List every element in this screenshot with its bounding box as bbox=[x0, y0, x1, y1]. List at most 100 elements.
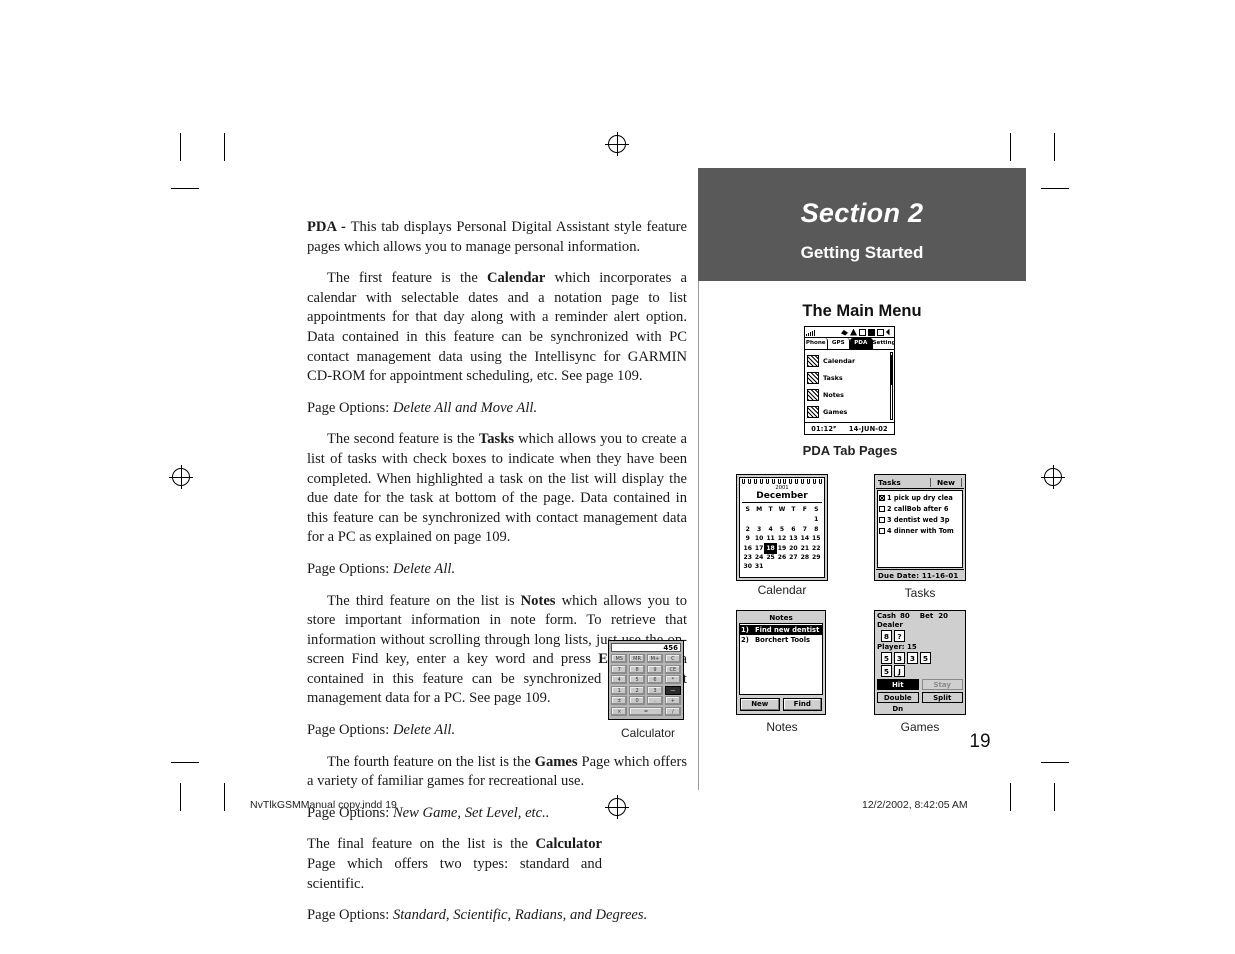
hit-button[interactable]: Hit bbox=[877, 679, 919, 690]
calendar-day-cell[interactable]: 18 bbox=[763, 542, 778, 555]
paragraph-pda: PDA - This tab displays Personal Digital… bbox=[307, 218, 687, 257]
scrollbar[interactable] bbox=[890, 352, 893, 420]
calendar-day-cell[interactable]: 24 bbox=[753, 553, 764, 562]
checkbox-icon[interactable] bbox=[879, 527, 885, 534]
calendar-dow-header: F bbox=[802, 506, 807, 513]
calendar-grid[interactable]: S M T W T F S 1 2 3 4 5 6 7 8 9 10 11 12 13 14 15 16 17 18 19 20 21… bbox=[740, 505, 824, 572]
calendar-day-cell[interactable]: 31 bbox=[753, 562, 764, 571]
calendar-day-cell[interactable]: 4 bbox=[765, 525, 776, 534]
game-status-row: Cash 80 Bet 20 bbox=[877, 612, 963, 621]
calculator-key[interactable]: × bbox=[611, 706, 628, 716]
bet-value: 20 bbox=[938, 612, 948, 620]
calculator-key[interactable]: / bbox=[664, 706, 681, 716]
dealer-label: Dealer bbox=[877, 621, 903, 629]
checkbox-checked-icon[interactable] bbox=[879, 494, 885, 501]
calendar-day-cell[interactable]: 21 bbox=[799, 544, 810, 553]
calculator-screenshot: 456 MS MR M+ C 7 8 9 CE 4 5 6 * 1 2 3— ±0. + × = / bbox=[608, 640, 684, 720]
menu-item-calendar[interactable]: Calendar bbox=[807, 352, 894, 369]
double-down-button[interactable]: Double Dn bbox=[877, 692, 919, 713]
calculator-key[interactable]: . bbox=[646, 696, 664, 705]
find-note-button[interactable]: Find bbox=[782, 698, 822, 711]
calendar-day-cell[interactable]: 3 bbox=[753, 525, 764, 534]
calendar-day-cell[interactable]: 17 bbox=[753, 544, 764, 553]
task-row[interactable]: 2 callBob after 6 bbox=[879, 503, 962, 514]
calendar-day-cell[interactable]: 26 bbox=[776, 553, 787, 562]
calendar-day-cell[interactable]: 11 bbox=[765, 534, 776, 543]
calculator-key[interactable]: CE bbox=[664, 664, 681, 674]
tab-phone[interactable]: Phone bbox=[805, 338, 828, 349]
tasks-lead: The second feature is the bbox=[327, 431, 479, 448]
calendar-day-cell[interactable]: 10 bbox=[753, 534, 764, 543]
note-row[interactable]: 1) Find new dentist bbox=[740, 625, 822, 635]
calendar-day-cell[interactable]: 19 bbox=[776, 544, 787, 553]
calendar-day-cell[interactable]: 15 bbox=[811, 534, 822, 543]
menu-item-tasks[interactable]: Tasks bbox=[807, 369, 894, 386]
calendar-day-cell[interactable]: 2 bbox=[742, 525, 753, 534]
tab-settings[interactable]: Settings bbox=[873, 338, 895, 349]
calculator-key[interactable]: MR bbox=[628, 654, 646, 663]
calculator-key[interactable]: * bbox=[664, 675, 681, 684]
power-arrow-icon bbox=[886, 328, 890, 336]
calculator-key[interactable]: C bbox=[664, 654, 681, 663]
tab-pda[interactable]: PDA bbox=[850, 338, 873, 349]
split-button[interactable]: Split bbox=[921, 692, 963, 703]
calculator-key[interactable]: ± bbox=[611, 696, 628, 705]
calculator-key[interactable]: 7 bbox=[611, 664, 628, 674]
tasks-list[interactable]: 1 pick up dry clea 2 callBob after 6 3 den… bbox=[877, 490, 963, 568]
calculator-key[interactable]: 8 bbox=[628, 664, 646, 674]
options-label: Page Options: bbox=[307, 907, 393, 924]
calendar-day-cell[interactable]: 29 bbox=[811, 553, 822, 562]
calculator-key[interactable]: = bbox=[628, 706, 664, 716]
calendar-day-cell[interactable]: 13 bbox=[788, 534, 799, 543]
calculator-key[interactable]: 2 bbox=[628, 685, 646, 695]
status-footer: 01:12ᴾ 14-JUN-02 bbox=[805, 423, 894, 435]
calendar-day-cell[interactable]: 16 bbox=[742, 544, 753, 553]
calculator-key[interactable]: 9 bbox=[646, 664, 664, 674]
calculator-key[interactable]: 4 bbox=[611, 675, 628, 684]
calendar-day-cell[interactable]: 22 bbox=[811, 544, 822, 553]
calculator-key[interactable]: + bbox=[664, 696, 681, 705]
calendar-day-cell[interactable]: 20 bbox=[788, 544, 799, 553]
calendar-day-cell[interactable]: 14 bbox=[799, 534, 810, 543]
calendar-day-cell[interactable]: 27 bbox=[788, 553, 799, 562]
calculator-key[interactable]: 0 bbox=[628, 696, 646, 705]
calendar-day-cell[interactable]: 23 bbox=[742, 553, 753, 562]
calendar-dow-header: W bbox=[778, 506, 786, 513]
notes-screenshot: Notes 1) Find new dentist 2) Borchert Tools… bbox=[736, 610, 826, 715]
calculator-keypad[interactable]: MS MR M+ C 7 8 9 CE 4 5 6 * 1 2 3— ±0. + × = / bbox=[611, 654, 681, 716]
notes-list[interactable]: 1) Find new dentist 2) Borchert Tools bbox=[739, 623, 823, 695]
stay-button[interactable]: Stay bbox=[921, 679, 963, 690]
scrollbar-thumb[interactable] bbox=[891, 355, 892, 385]
calculator-key[interactable]: 1 bbox=[611, 685, 628, 695]
new-task-button[interactable]: New bbox=[929, 477, 962, 487]
calendar-day-cell[interactable]: 28 bbox=[799, 553, 810, 562]
tab-gps[interactable]: GPS bbox=[828, 338, 850, 349]
calendar-day-cell[interactable]: 12 bbox=[776, 534, 787, 543]
calendar-day-cell[interactable]: 6 bbox=[788, 525, 799, 534]
menu-item-notes[interactable]: Notes bbox=[807, 386, 894, 403]
menu-item-games[interactable]: Games bbox=[807, 403, 894, 420]
calendar-day-cell[interactable]: 25 bbox=[765, 553, 776, 562]
calculator-key[interactable]: 3 bbox=[646, 685, 664, 695]
calendar-day-cell[interactable]: 1 bbox=[811, 515, 822, 524]
new-note-button[interactable]: New bbox=[740, 698, 780, 711]
checkbox-icon[interactable] bbox=[879, 516, 885, 523]
calendar-day-cell[interactable]: 30 bbox=[742, 562, 753, 571]
crop-mark bbox=[224, 133, 225, 161]
calculator-key[interactable]: M+ bbox=[646, 654, 664, 663]
calendar-day-cell[interactable]: 9 bbox=[742, 534, 753, 543]
note-row[interactable]: 2) Borchert Tools bbox=[740, 635, 822, 645]
task-row[interactable]: 3 dentist wed 3p bbox=[879, 514, 962, 525]
calculator-key[interactable]: 6 bbox=[646, 675, 664, 684]
calculator-key[interactable]: MS bbox=[611, 654, 628, 663]
task-row[interactable]: 1 pick up dry clea bbox=[879, 492, 962, 503]
calendar-day-cell[interactable]: 7 bbox=[799, 525, 810, 534]
calendar-day-cell[interactable]: 5 bbox=[776, 525, 787, 534]
calculator-key[interactable]: — bbox=[664, 685, 681, 695]
checkbox-icon[interactable] bbox=[879, 505, 885, 512]
tasks-screenshot: Tasks New 1 pick up dry clea 2 callBob af… bbox=[874, 474, 966, 581]
task-row[interactable]: 4 dinner with Tom bbox=[879, 525, 962, 536]
calendar-empty-cell bbox=[811, 562, 822, 571]
calculator-key[interactable]: 5 bbox=[628, 675, 646, 684]
calendar-day-cell[interactable]: 8 bbox=[811, 525, 822, 534]
